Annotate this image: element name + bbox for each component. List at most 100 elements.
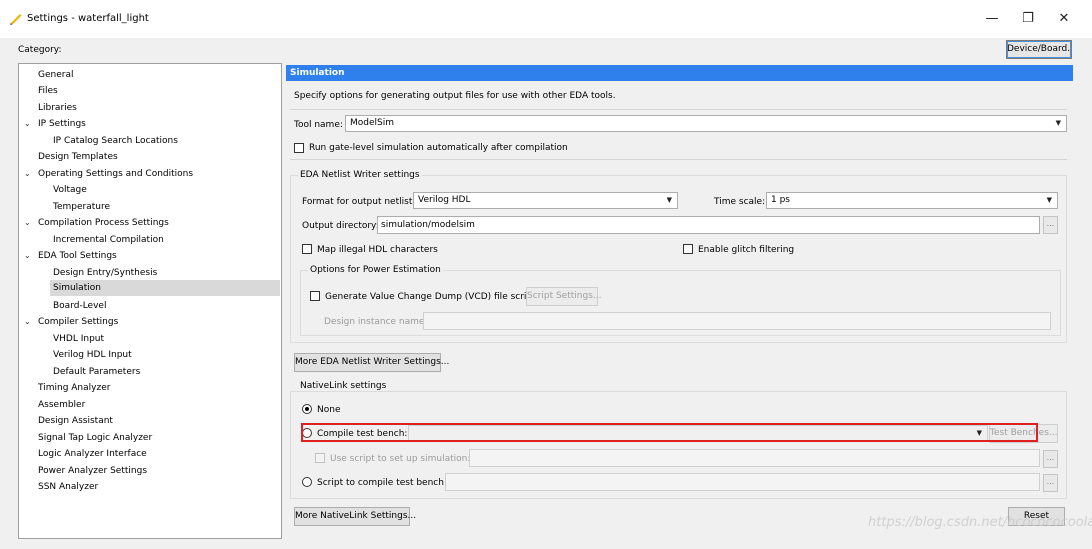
category-tree[interactable]: General Files Libraries ⌄ IP Settings IP … (18, 63, 282, 539)
tree-item-label: Board-Level (53, 301, 107, 311)
divider (290, 109, 1067, 110)
script-compile-label: Script to compile test bench: (317, 478, 447, 488)
tree-item-general[interactable]: General (38, 67, 73, 83)
tree-item-verilog-input[interactable]: Verilog HDL Input (53, 347, 132, 363)
time-scale-select[interactable]: 1 ps ▼ (766, 192, 1058, 209)
use-script-checkbox[interactable] (315, 453, 325, 463)
use-script-browse-button[interactable]: ... (1043, 450, 1058, 468)
script-compile-radio[interactable] (302, 477, 312, 487)
tree-item-label: IP Settings (38, 119, 86, 129)
tree-item-eda-tool-settings[interactable]: ⌄ EDA Tool Settings (24, 248, 117, 264)
none-radio[interactable] (302, 404, 312, 414)
output-dir-input[interactable]: simulation/modelsim (377, 216, 1040, 234)
format-select[interactable]: Verilog HDL ▼ (413, 192, 678, 209)
script-compile-browse-button[interactable]: ... (1043, 474, 1058, 492)
use-script-label: Use script to set up simulation: (330, 454, 471, 464)
chevron-down-icon[interactable]: ⌄ (24, 314, 31, 330)
format-value: Verilog HDL (418, 195, 471, 205)
panel-header: Simulation (286, 65, 1073, 81)
design-instance-input[interactable] (423, 312, 1051, 330)
tree-item-files[interactable]: Files (38, 83, 58, 99)
tree-item-label: Compilation Process Settings (38, 218, 169, 228)
script-settings-button[interactable]: Script Settings... (526, 287, 601, 306)
format-label: Format for output netlist: (302, 197, 416, 207)
tree-item-incremental-compilation[interactable]: Incremental Compilation (53, 232, 164, 248)
use-script-input[interactable] (469, 449, 1040, 467)
enable-glitch-label: Enable glitch filtering (698, 245, 795, 255)
tree-item-design-templates[interactable]: Design Templates (38, 149, 118, 165)
tree-item-assembler[interactable]: Assembler (38, 397, 85, 413)
tree-item-label: Files (38, 86, 58, 96)
output-dir-value: simulation/modelsim (381, 220, 475, 230)
chevron-down-icon[interactable]: ⌄ (24, 248, 31, 264)
script-compile-input[interactable] (445, 473, 1040, 491)
highlight-box (301, 423, 1038, 442)
tree-item-label: Verilog HDL Input (53, 350, 132, 360)
divider (290, 159, 1067, 160)
chevron-down-icon[interactable]: ⌄ (24, 215, 31, 231)
tree-item-ssn-analyzer[interactable]: SSN Analyzer (38, 479, 98, 495)
tool-name-select[interactable]: ModelSim ▼ (345, 115, 1067, 132)
tree-item-temperature[interactable]: Temperature (53, 199, 110, 215)
output-dir-label: Output directory: (302, 221, 379, 231)
simulation-panel: Simulation Specify options for generatin… (286, 63, 1073, 539)
tree-item-label: Libraries (38, 103, 77, 113)
chevron-down-icon[interactable]: ⌄ (24, 166, 31, 182)
time-scale-label: Time scale: (714, 197, 766, 207)
tree-item-libraries[interactable]: Libraries (38, 100, 77, 116)
tree-item-label: Design Assistant (38, 416, 113, 426)
nativelink-group-title: NativeLink settings (298, 381, 389, 391)
map-illegal-checkbox[interactable] (302, 244, 312, 254)
run-gate-level-checkbox[interactable] (294, 143, 304, 153)
design-instance-label: Design instance name: (324, 317, 428, 327)
time-scale-value: 1 ps (771, 195, 790, 205)
enable-glitch-checkbox[interactable] (683, 244, 693, 254)
output-dir-browse-button[interactable]: ... (1043, 216, 1058, 234)
window-title: Settings - waterfall_light (27, 13, 149, 24)
chevron-down-icon: ▼ (1055, 119, 1061, 127)
map-illegal-label: Map illegal HDL characters (317, 245, 438, 255)
tree-item-timing-analyzer[interactable]: Timing Analyzer (38, 380, 110, 396)
tree-item-label: Logic Analyzer Interface (38, 449, 147, 459)
power-estimation-title: Options for Power Estimation (308, 265, 443, 275)
restore-button[interactable]: ❐ (1014, 8, 1042, 30)
tree-item-compilation-process[interactable]: ⌄ Compilation Process Settings (24, 215, 169, 231)
tree-item-logic-analyzer-interface[interactable]: Logic Analyzer Interface (38, 446, 147, 462)
tool-name-value: ModelSim (350, 118, 395, 128)
tree-item-label: Power Analyzer Settings (38, 466, 148, 476)
tree-item-ip-settings[interactable]: ⌄ IP Settings (24, 116, 86, 132)
chevron-down-icon: ▼ (666, 196, 672, 204)
tree-item-label: Temperature (53, 202, 111, 212)
tree-item-label: SSN Analyzer (38, 482, 99, 492)
quartus-pen-icon (10, 14, 22, 25)
panel-description: Specify options for generating output fi… (294, 91, 616, 101)
more-nativelink-settings-button[interactable]: More NativeLink Settings... (294, 507, 416, 526)
tree-item-default-parameters[interactable]: Default Parameters (53, 364, 140, 380)
tree-item-design-assistant[interactable]: Design Assistant (38, 413, 113, 429)
tree-item-simulation[interactable]: Simulation (50, 280, 280, 296)
minimize-button[interactable]: — (978, 8, 1006, 30)
chevron-down-icon[interactable]: ⌄ (24, 116, 31, 132)
chevron-down-icon: ▼ (1046, 196, 1052, 204)
more-eda-settings-button[interactable]: More EDA Netlist Writer Settings... (294, 353, 449, 372)
tree-item-operating-settings[interactable]: ⌄ Operating Settings and Conditions (24, 166, 194, 182)
tree-item-power-analyzer[interactable]: Power Analyzer Settings (38, 463, 147, 479)
tree-item-label: Operating Settings and Conditions (38, 169, 194, 179)
vcd-label: Generate Value Change Dump (VCD) file sc… (325, 292, 536, 302)
title-bar: Settings - waterfall_light — ❐ ✕ (0, 0, 1092, 38)
device-board-button[interactable]: Device/Board... (1006, 40, 1072, 59)
tree-item-compiler-settings[interactable]: ⌄ Compiler Settings (24, 314, 118, 330)
tree-item-signal-tap[interactable]: Signal Tap Logic Analyzer (38, 430, 152, 446)
tree-item-voltage[interactable]: Voltage (53, 182, 87, 198)
tree-item-label: Design Entry/Synthesis (53, 268, 158, 278)
tree-item-label: Timing Analyzer (38, 383, 111, 393)
tree-item-vhdl-input[interactable]: VHDL Input (53, 331, 104, 347)
category-label: Category: (18, 45, 62, 55)
tree-item-ip-catalog[interactable]: IP Catalog Search Locations (53, 133, 178, 149)
tree-item-board-level[interactable]: Board-Level (53, 298, 106, 314)
close-button[interactable]: ✕ (1050, 8, 1078, 30)
tree-item-design-entry[interactable]: Design Entry/Synthesis (53, 265, 157, 281)
vcd-checkbox[interactable] (310, 291, 320, 301)
tool-name-label: Tool name: (294, 120, 343, 130)
tree-item-label: General (38, 70, 74, 80)
